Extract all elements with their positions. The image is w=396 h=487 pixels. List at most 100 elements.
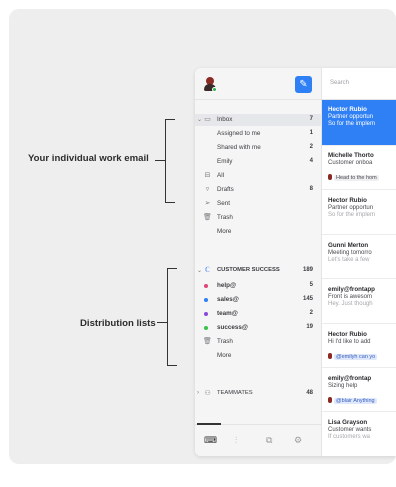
sidebar-header: ✎ bbox=[195, 68, 322, 100]
pencil-icon: ✎ bbox=[299, 79, 308, 90]
conversation-item[interactable]: Hector Rubio Hi I'd like to add @emilyh … bbox=[322, 324, 396, 368]
sidebar-item-count: 8 bbox=[309, 186, 313, 192]
sidebar-item-count: 2 bbox=[309, 144, 313, 150]
work-email-bracket-tick bbox=[155, 160, 165, 162]
sidebar-item-success[interactable]: success@ 19 bbox=[195, 322, 322, 334]
conversation-item[interactable]: Gunni Merton Meeting tomorro Let's take … bbox=[322, 235, 396, 279]
sidebar-item-label: sales@ bbox=[217, 296, 239, 303]
conversation-preview: If customers wa bbox=[328, 434, 371, 440]
sidebar-item-label: CUSTOMER SUCCESS bbox=[217, 267, 280, 273]
sidebar-item-emily[interactable]: Emily 4 bbox=[195, 156, 322, 168]
conversation-item[interactable]: emily@frontap Sizing help @blair Anythin… bbox=[322, 368, 396, 412]
sidebar-item-shared[interactable]: Shared with me 2 bbox=[195, 142, 322, 154]
sidebar-item-team-more[interactable]: More bbox=[195, 350, 322, 362]
sidebar-item-count: 2 bbox=[309, 310, 313, 316]
avatar bbox=[328, 397, 332, 403]
sidebar-teammates[interactable]: › ⚇ TEAMMATES 48 bbox=[195, 388, 322, 400]
sidebar-item-label: Drafts bbox=[217, 186, 234, 193]
work-email-bracket bbox=[165, 119, 175, 203]
sidebar-item-count: 145 bbox=[302, 296, 313, 302]
conversation-preview: Let's take a few bbox=[328, 257, 370, 263]
conversation-preview: Hey. Just though bbox=[328, 301, 373, 307]
sidebar-item-help[interactable]: help@ 5 bbox=[195, 280, 322, 292]
sidebar-item-label: More bbox=[217, 228, 232, 235]
comment-tag: Head to the hom bbox=[334, 175, 379, 181]
work-email-callout: Your individual work email bbox=[28, 153, 149, 164]
sidebar-item-inbox[interactable]: ⌄ ▭ Inbox 7 bbox=[195, 114, 322, 126]
conversation-from: Lisa Grayson bbox=[328, 419, 368, 426]
team-icon: ℂ bbox=[205, 267, 210, 274]
sidebar-item-label: Sent bbox=[217, 200, 230, 207]
conversation-item[interactable]: Michelle Thorto Customer onboa Head to t… bbox=[322, 146, 396, 190]
distribution-bracket bbox=[167, 268, 177, 366]
sidebar-item-label: success@ bbox=[217, 324, 248, 331]
sidebar-item-count: 19 bbox=[306, 324, 313, 330]
color-dot bbox=[204, 284, 208, 288]
inbox-tab-icon[interactable]: ⌨ bbox=[204, 435, 217, 446]
conversation-item[interactable]: Hector Rubio Partner opportun So for the… bbox=[322, 100, 396, 146]
sidebar-item-sent[interactable]: ➢ Sent bbox=[195, 198, 322, 210]
teammates-icon: ⚇ bbox=[204, 390, 211, 397]
distribution-bracket-tick bbox=[157, 322, 167, 324]
settings-tab-icon[interactable]: ⚙ bbox=[294, 435, 302, 446]
chevron-right-icon[interactable]: › bbox=[197, 390, 199, 396]
sidebar-team-customer-success[interactable]: ⌄ ℂ CUSTOMER SUCCESS 189 bbox=[195, 265, 322, 277]
comment-tag: @blair Anything bbox=[334, 398, 377, 404]
conversation-item[interactable]: Hector Rubio Partner opportun So for the… bbox=[322, 190, 396, 235]
sidebar-item-more[interactable]: More bbox=[195, 226, 322, 238]
conversation-item[interactable]: emily@frontapp Front is awesom Hey. Just… bbox=[322, 279, 396, 324]
sidebar-item-assigned[interactable]: Assigned to me 1 bbox=[195, 128, 322, 140]
conversation-list: Search Hector Rubio Partner opportun So … bbox=[322, 68, 396, 456]
search-input[interactable]: Search bbox=[322, 68, 396, 100]
active-tab-indicator bbox=[197, 423, 221, 425]
conversation-item[interactable]: Lisa Grayson Customer wants If customers… bbox=[322, 412, 396, 456]
conversation-from: Hector Rubio bbox=[328, 106, 367, 113]
sidebar-item-count: 4 bbox=[309, 158, 313, 164]
conversation-from: emily@frontapp bbox=[328, 286, 375, 293]
conversation-from: Hector Rubio bbox=[328, 331, 367, 338]
sidebar-item-trash[interactable]: 🗑︎ Trash bbox=[195, 212, 322, 224]
analytics-tab-icon[interactable]: ⫶ bbox=[235, 435, 237, 446]
chevron-down-icon[interactable]: ⌄ bbox=[197, 267, 202, 274]
sidebar-item-label: Emily bbox=[217, 158, 233, 165]
trash-icon: 🗑︎ bbox=[203, 338, 212, 345]
sidebar-item-team-trash[interactable]: 🗑︎ Trash bbox=[195, 336, 322, 348]
color-dot bbox=[204, 326, 208, 330]
chevron-down-icon[interactable]: ⌄ bbox=[197, 116, 202, 123]
conversation-subject: Front is awesom bbox=[328, 294, 373, 300]
inbox-icon: ▭ bbox=[204, 116, 211, 123]
sidebar: ✎ ⌄ ▭ Inbox 7 Assigned to me 1 Shared wi… bbox=[195, 68, 322, 456]
online-status-dot bbox=[212, 87, 217, 92]
conversation-subject: Meeting tomorro bbox=[328, 250, 372, 256]
sidebar-item-label: help@ bbox=[217, 282, 237, 289]
sidebar-item-label: More bbox=[217, 352, 232, 359]
sidebar-item-label: Trash bbox=[217, 214, 233, 221]
conversation-subject: Partner opportun bbox=[328, 205, 374, 211]
conversation-from: Hector Rubio bbox=[328, 197, 367, 204]
contacts-tab-icon[interactable]: ⧉ bbox=[266, 435, 272, 446]
sidebar-item-team[interactable]: team@ 2 bbox=[195, 308, 322, 320]
sidebar-item-drafts[interactable]: ▿ Drafts 8 bbox=[195, 184, 322, 196]
bottom-tab-bar: ⌨ ⫶ ⧉ ⚙ bbox=[195, 423, 322, 456]
avatar[interactable] bbox=[204, 77, 217, 92]
conversation-subject: Partner opportun bbox=[328, 114, 374, 120]
sidebar-item-all[interactable]: ⊟ All bbox=[195, 170, 322, 182]
sent-icon: ➢ bbox=[204, 200, 211, 207]
sidebar-item-sales[interactable]: sales@ 145 bbox=[195, 294, 322, 306]
sidebar-item-count: 189 bbox=[302, 267, 313, 273]
distribution-callout: Distribution lists bbox=[80, 318, 156, 329]
sidebar-item-label: Assigned to me bbox=[217, 130, 261, 137]
sidebar-item-count: 7 bbox=[309, 116, 313, 122]
app-window: ✎ ⌄ ▭ Inbox 7 Assigned to me 1 Shared wi… bbox=[195, 68, 396, 456]
conversation-preview: So for the implem bbox=[328, 121, 376, 127]
sidebar-item-count: 1 bbox=[309, 130, 313, 136]
sidebar-item-label: Inbox bbox=[217, 116, 233, 123]
sidebar-item-label: TEAMMATES bbox=[217, 390, 253, 396]
conversation-from: Gunni Merton bbox=[328, 242, 369, 249]
compose-button[interactable]: ✎ bbox=[295, 76, 312, 93]
sidebar-item-label: All bbox=[217, 172, 224, 179]
sidebar-item-label: Trash bbox=[217, 338, 233, 345]
comment-tag: @emilyh can yo bbox=[334, 354, 378, 360]
drafts-icon: ▿ bbox=[205, 186, 210, 193]
conversation-from: Michelle Thorto bbox=[328, 152, 374, 159]
